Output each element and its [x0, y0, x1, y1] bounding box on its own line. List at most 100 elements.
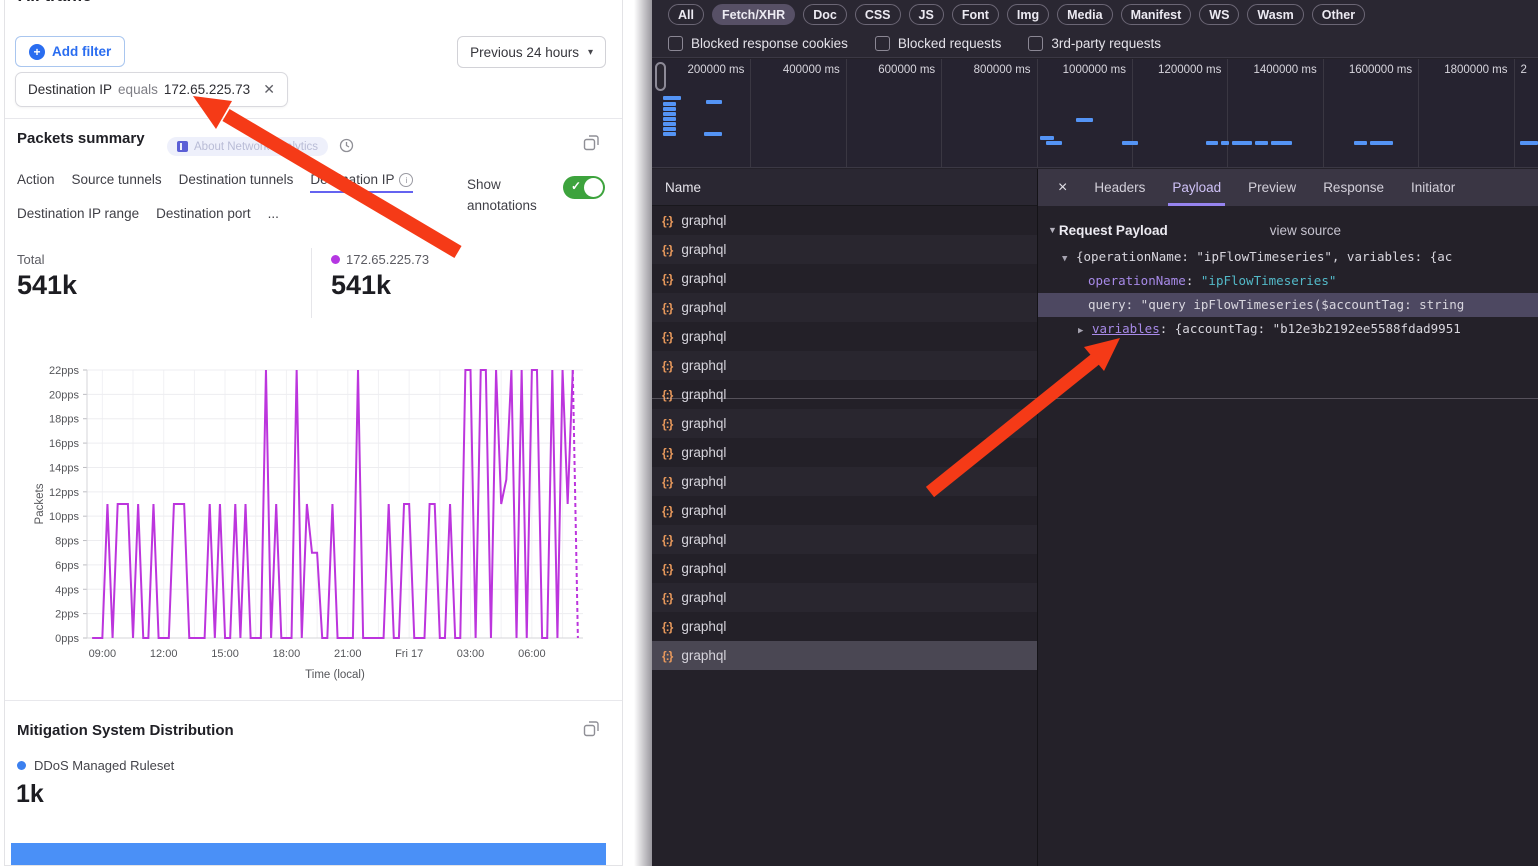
type-filter-ws[interactable]: WS	[1199, 4, 1239, 25]
request-timing-bar	[663, 102, 676, 106]
tab-source-tunnels[interactable]: Source tunnels	[72, 172, 162, 193]
type-filter-fetch-xhr[interactable]: Fetch/XHR	[712, 4, 795, 25]
packets-timeseries-chart: 0pps2pps4pps6pps8pps10pps12pps14pps16pps…	[25, 356, 613, 697]
tab-destination-ip[interactable]: Destination IPi	[310, 172, 413, 193]
network-overview-timeline[interactable]: 200000 ms400000 ms600000 ms800000 ms1000…	[652, 59, 1538, 168]
show-annotations-toggle[interactable]: ✓	[563, 176, 605, 199]
payload-line[interactable]: operationName: "ipFlowTimeseries"	[1038, 269, 1538, 293]
request-row[interactable]: {:}graphql	[652, 554, 1037, 583]
name-column-header[interactable]: Name	[652, 169, 1037, 206]
svg-text:16pps: 16pps	[49, 438, 79, 450]
type-filter-doc[interactable]: Doc	[803, 4, 847, 25]
json-file-icon: {:}	[662, 475, 672, 489]
svg-text:03:00: 03:00	[457, 648, 485, 660]
payload-line[interactable]: ▼{operationName: "ipFlowTimeseries", var…	[1038, 245, 1538, 269]
disclosure-triangle-icon[interactable]: ▶	[1078, 319, 1092, 341]
timeline-tick: 1000000 ms	[1038, 59, 1133, 167]
request-row[interactable]: {:}graphql	[652, 264, 1037, 293]
type-filter-manifest[interactable]: Manifest	[1121, 4, 1192, 25]
expand-panel-icon[interactable]	[583, 720, 600, 737]
svg-text:8pps: 8pps	[55, 536, 79, 548]
request-row[interactable]: {:}graphql	[652, 583, 1037, 612]
request-row[interactable]: {:}graphql	[652, 206, 1037, 235]
request-row[interactable]: {:}graphql	[652, 438, 1037, 467]
payload-tree: ▼{operationName: "ipFlowTimeseries", var…	[1038, 245, 1538, 341]
add-filter-label: Add filter	[52, 44, 111, 59]
tab-destination-port[interactable]: Destination port	[156, 206, 251, 227]
mitigation-bar	[11, 843, 606, 866]
svg-text:10pps: 10pps	[49, 511, 79, 523]
checkbox-blocked-requests[interactable]: Blocked requests	[875, 36, 1002, 51]
type-filter-css[interactable]: CSS	[855, 4, 901, 25]
checkbox-blocked-response-cookies[interactable]: Blocked response cookies	[668, 36, 848, 51]
timeline-tick: 1200000 ms	[1133, 59, 1228, 167]
request-row[interactable]: {:}graphql	[652, 467, 1037, 496]
detail-tab-headers[interactable]: Headers	[1094, 169, 1145, 206]
type-filter-js[interactable]: JS	[909, 4, 944, 25]
json-file-icon: {:}	[662, 446, 672, 460]
tab-destination-ip-range[interactable]: Destination IP range	[17, 206, 139, 227]
svg-text:2pps: 2pps	[55, 609, 79, 621]
checkbox-3rd-party-requests[interactable]: 3rd-party requests	[1028, 36, 1161, 51]
stat-172-65-225-73: 172.65.225.73541k	[331, 252, 429, 301]
request-row[interactable]: {:}graphql	[652, 322, 1037, 351]
request-timing-bar	[1046, 141, 1062, 145]
json-file-icon: {:}	[662, 591, 672, 605]
dimension-tabs-row1: Action Source tunnels Destination tunnels D…	[17, 172, 413, 193]
disclosure-triangle-icon[interactable]: ▼	[1062, 247, 1076, 269]
filter-chip[interactable]: Destination IP equals 172.65.225.73 ✕	[15, 72, 288, 107]
type-filter-other[interactable]: Other	[1312, 4, 1365, 25]
request-row[interactable]: {:}graphql	[652, 293, 1037, 322]
tab-[interactable]: ...	[268, 206, 279, 227]
request-row[interactable]: {:}graphql	[652, 641, 1037, 670]
mitigation-title: Mitigation System Distribution	[17, 722, 234, 739]
request-row[interactable]: {:}graphql	[652, 612, 1037, 641]
svg-text:22pps: 22pps	[49, 365, 79, 377]
timeline-scroll-handle[interactable]	[655, 62, 666, 91]
tab-destination-tunnels[interactable]: Destination tunnels	[179, 172, 294, 193]
request-timing-bar	[1232, 141, 1252, 145]
detail-tab-initiator[interactable]: Initiator	[1411, 169, 1455, 206]
request-row[interactable]: {:}graphql	[652, 409, 1037, 438]
request-row[interactable]: {:}graphql	[652, 496, 1037, 525]
payload-line[interactable]: ▶variables: {accountTag: "b12e3b2192ee55…	[1038, 317, 1538, 341]
book-icon	[177, 141, 188, 152]
request-row[interactable]: {:}graphql	[652, 235, 1037, 264]
request-payload-title: Request Payload	[1059, 223, 1168, 238]
request-timing-bar	[1221, 141, 1229, 145]
detail-tab-response[interactable]: Response	[1323, 169, 1384, 206]
request-row[interactable]: {:}graphql	[652, 351, 1037, 380]
payload-line[interactable]: query: "query ipFlowTimeseries($accountT…	[1038, 293, 1538, 317]
stat-value: 541k	[17, 270, 77, 301]
request-row[interactable]: {:}graphql	[652, 380, 1037, 409]
detail-tab-payload[interactable]: Payload	[1172, 169, 1221, 206]
json-file-icon: {:}	[662, 330, 672, 344]
type-filter-font[interactable]: Font	[952, 4, 999, 25]
timeline-tick: 1600000 ms	[1324, 59, 1419, 167]
json-file-icon: {:}	[662, 504, 672, 518]
remove-filter-icon[interactable]: ✕	[263, 81, 275, 98]
view-source-link[interactable]: view source	[1270, 223, 1341, 238]
detail-tab-preview[interactable]: Preview	[1248, 169, 1296, 206]
legend-dot	[17, 761, 26, 770]
about-badge[interactable]: About Network Analytics	[167, 137, 328, 156]
collapse-triangle-icon[interactable]: ▼	[1048, 225, 1057, 235]
type-filter-wasm[interactable]: Wasm	[1247, 4, 1303, 25]
json-file-icon: {:}	[662, 388, 672, 402]
add-filter-button[interactable]: + Add filter	[15, 36, 125, 67]
stat-value: 541k	[331, 270, 429, 301]
stat-label: Total	[17, 252, 44, 267]
type-filter-img[interactable]: Img	[1007, 4, 1049, 25]
tab-action[interactable]: Action	[17, 172, 55, 193]
close-panel-icon[interactable]: ×	[1058, 179, 1067, 197]
json-file-icon: {:}	[662, 359, 672, 373]
expand-panel-icon[interactable]	[583, 134, 600, 151]
request-row[interactable]: {:}graphql	[652, 525, 1037, 554]
svg-text:Time (local): Time (local)	[305, 669, 365, 681]
screenshot-seam	[652, 398, 1538, 399]
checkbox-icon	[668, 36, 683, 51]
type-filter-media[interactable]: Media	[1057, 4, 1112, 25]
time-range-dropdown[interactable]: Previous 24 hours ▾	[457, 36, 606, 68]
type-filter-all[interactable]: All	[668, 4, 704, 25]
checkbox-icon	[875, 36, 890, 51]
